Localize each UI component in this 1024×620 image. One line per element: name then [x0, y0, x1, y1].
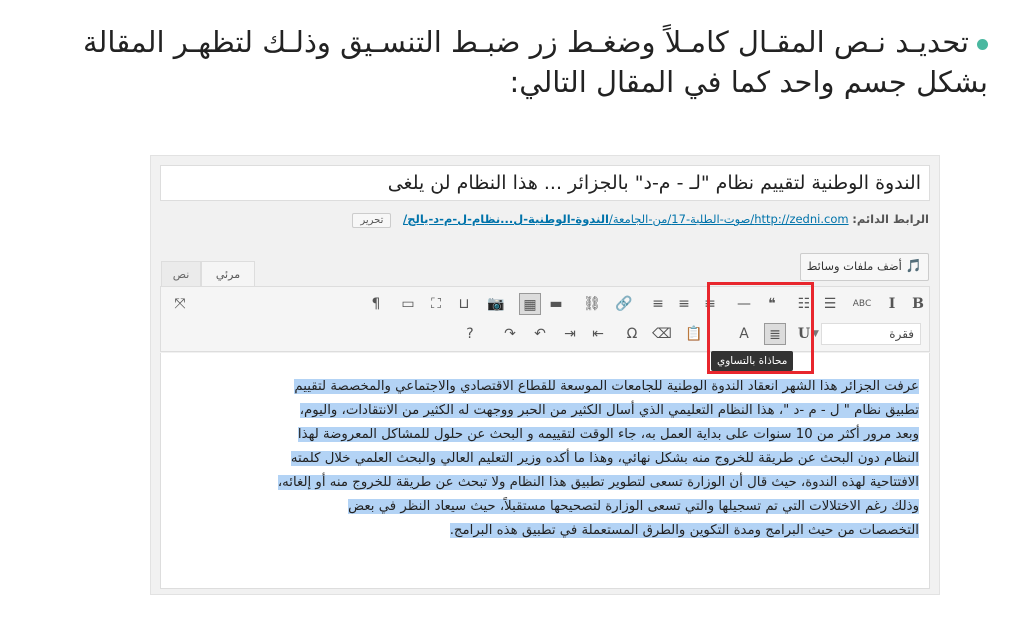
tab-text[interactable]: نص — [161, 261, 201, 286]
special-character-button[interactable]: Ω — [621, 323, 643, 345]
permalink-slug: الندوة-الوطنية-ل...نظام-ل-م-د-يالج/ — [403, 212, 609, 226]
page-break-button[interactable]: ▭ — [397, 293, 419, 315]
help-button[interactable]: ? — [459, 323, 481, 345]
post-title-input[interactable]: الندوة الوطنية لتقييم نظام "لـ - م-د" با… — [160, 165, 930, 201]
body-line: الافتتاحية لهذه الندوة، حيث قال أن الوزا… — [277, 475, 919, 490]
strikethrough-button[interactable]: ABC — [851, 293, 873, 315]
outdent-button[interactable]: ⇤ — [587, 323, 609, 345]
insert-image-button[interactable]: 📷 — [485, 293, 507, 315]
editor-toolbar: فقرة ▼ B I ABC ☰ ☷ ❝ — ≡ ≡ ≡ 🔗 ⛓ ▬ ▦ 📷 ⊔ ⛶ ▭ ¶ U ≣ A 📋 ⌫ Ω ⇤ ⇥ ↶ ↷? ⤧ — [160, 286, 930, 352]
align-right-button[interactable]: ≡ — [647, 293, 669, 315]
remove-link-button[interactable]: ⛓ — [581, 293, 603, 315]
permalink-base: http://zedni.com/صوت-الطلبة-17/من-الجامع… — [608, 212, 849, 226]
body-line: وذلك رغم الاختلالات التي تم تسجيلها والت… — [348, 499, 919, 514]
read-more-button[interactable]: ▬ — [545, 293, 567, 315]
editor-content-area[interactable]: عرفت الجزائر هذا الشهر انعقاد الندوة الو… — [160, 353, 930, 589]
fullscreen-button[interactable]: ⛶ — [425, 293, 447, 315]
body-line: وبعد مرور أكثر من 10 سنوات على بداية الع… — [297, 427, 919, 442]
body-line: تطبيق نظام " ل - م -د "، هذا النظام التع… — [299, 403, 919, 418]
wordpress-editor-screenshot: الندوة الوطنية لتقييم نظام "لـ - م-د" با… — [150, 155, 940, 595]
clear-formatting-button[interactable]: ⌫ — [651, 323, 673, 345]
edit-permalink-button[interactable]: تحرير — [352, 213, 392, 228]
toolbar-toggle-button[interactable]: ▦ — [519, 293, 541, 315]
insert-link-button[interactable]: 🔗 — [613, 293, 635, 315]
undo-button[interactable]: ↶ — [529, 323, 551, 345]
body-line: التخصصات من حيث البرامج ومدة التكوين وال… — [449, 523, 919, 538]
bullet-list-button[interactable]: ☰ — [819, 293, 841, 315]
post-body-text: عرفت الجزائر هذا الشهر انعقاد الندوة الو… — [174, 375, 919, 543]
format-select-value: فقرة — [889, 327, 914, 341]
permalink-link[interactable]: http://zedni.com/صوت-الطلبة-17/من-الجامع… — [403, 212, 849, 226]
instruction-text: تحديـد نـص المقـال كامـلاً وضغـط زر ضبـط… — [8, 22, 988, 102]
permalink-label: الرابط الدائم: — [852, 212, 929, 226]
permalink-row: الرابط الدائم: http://zedni.com/صوت-الطل… — [151, 212, 929, 228]
body-line: النظام دون البحث عن طريقة للخروج منه بشك… — [290, 451, 919, 466]
justify-tooltip: محاذاة بالتساوي — [711, 351, 794, 371]
collapse-toolbar-icon[interactable]: ⤧ — [169, 293, 191, 315]
bullet-icon — [977, 38, 988, 50]
redo-button[interactable]: ↷ — [499, 323, 521, 345]
indent-button[interactable]: ⇥ — [559, 323, 581, 345]
add-media-button[interactable]: 🎵أضف ملفات وسائط — [799, 253, 929, 281]
paragraph-button[interactable]: ¶ — [365, 293, 387, 315]
italic-button[interactable]: I — [881, 293, 903, 315]
distraction-free-button[interactable]: ⊔ — [453, 293, 475, 315]
tab-visual[interactable]: مرئي — [201, 261, 255, 286]
bold-button[interactable]: B — [907, 293, 929, 315]
paragraph-format-select[interactable]: فقرة ▼ — [812, 323, 921, 345]
align-center-button[interactable]: ≡ — [673, 293, 695, 315]
body-line: عرفت الجزائر هذا الشهر انعقاد الندوة الو… — [294, 379, 919, 394]
add-media-label: أضف ملفات وسائط — [806, 259, 902, 273]
paste-as-text-button[interactable]: 📋 — [683, 323, 705, 345]
instruction-label: تحديـد نـص المقـال كامـلاً وضغـط زر ضبـط… — [82, 25, 988, 99]
media-icon: 🎵 — [905, 259, 922, 274]
